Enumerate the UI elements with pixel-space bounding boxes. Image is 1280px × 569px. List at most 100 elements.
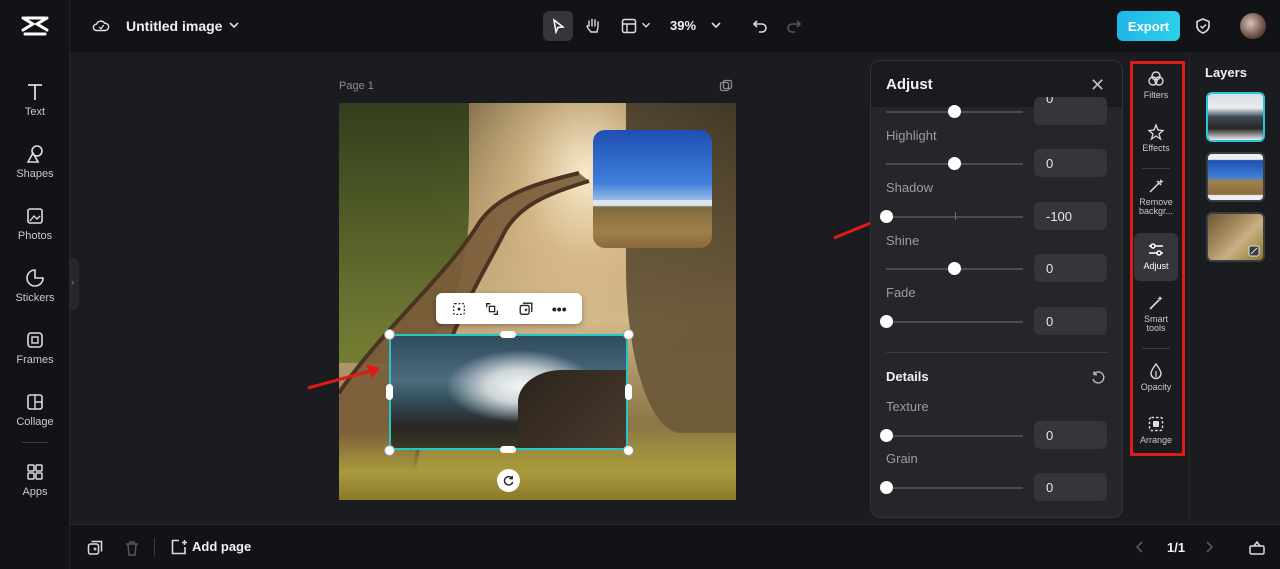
chevron-down-icon[interactable] (708, 17, 724, 33)
sidebar-item-label: Apps (22, 486, 48, 498)
slider-value-grain[interactable]: 0 (1034, 473, 1107, 501)
shield-icon[interactable] (1193, 16, 1213, 36)
capcut-logo-icon[interactable] (21, 14, 49, 38)
chevron-right-icon (1206, 541, 1214, 553)
slider-center-tick (955, 212, 956, 220)
slider-value-fade[interactable]: 0 (1034, 307, 1107, 335)
crop-icon (452, 302, 465, 315)
bottom-bar: Add page 1/1 (70, 524, 1280, 569)
layout-button[interactable] (618, 15, 640, 37)
select-tool-button[interactable] (543, 11, 573, 41)
undo-button[interactable] (750, 16, 770, 36)
rotate-icon (503, 475, 514, 486)
sidebar-item-frames[interactable]: Frames (0, 330, 70, 382)
apps-icon (27, 464, 43, 480)
redo-button[interactable] (784, 16, 804, 36)
layer-item-background[interactable] (1206, 212, 1265, 262)
shapes-icon (26, 145, 43, 163)
chevron-right-icon: › (71, 277, 74, 287)
sidebar-item-collage[interactable]: Collage (0, 392, 70, 444)
floating-toolbar: ••• (436, 293, 582, 324)
text-icon (28, 84, 42, 100)
crop-button[interactable] (448, 298, 470, 320)
resize-handle-top[interactable] (500, 331, 516, 338)
cursor-icon (552, 18, 565, 35)
top-bar: Untitled image 39% Export (70, 0, 1280, 52)
slider-track-grain[interactable] (886, 487, 1023, 489)
photos-icon (27, 208, 43, 224)
add-page-icon[interactable] (170, 538, 188, 556)
layers-title: Layers (1205, 65, 1247, 80)
slider-value-highlight[interactable]: 0 (1034, 149, 1107, 177)
replace-icon (486, 302, 499, 315)
pages-panel-icon (1249, 540, 1265, 555)
cloud-save-icon[interactable] (91, 16, 111, 36)
stickers-icon (26, 269, 44, 287)
chevron-left-icon (1135, 541, 1143, 553)
editor-app: Text Shapes Photos Stickers Frames Colla… (0, 0, 1280, 569)
duplicate-button[interactable] (515, 298, 537, 320)
layer-item-wave[interactable] (1206, 92, 1265, 142)
add-page-button[interactable]: Add page (192, 539, 251, 554)
sidebar-item-label: Text (24, 106, 46, 118)
sidebar-item-label: Frames (16, 354, 54, 366)
slider-thumb-shadow[interactable] (880, 210, 893, 223)
next-page-button[interactable] (1201, 539, 1217, 555)
background-layer-icon (1248, 245, 1260, 257)
slider-label-shadow: Shadow (886, 180, 933, 195)
frames-icon (27, 332, 43, 348)
sidebar-item-stickers[interactable]: Stickers (0, 268, 70, 320)
resize-handle-bottom[interactable] (500, 446, 516, 453)
replace-button[interactable] (481, 298, 503, 320)
duplicate-page-icon[interactable] (719, 79, 733, 93)
hand-tool-button[interactable] (582, 15, 604, 37)
previous-page-button[interactable] (1132, 539, 1148, 555)
delete-page-button[interactable] (123, 539, 141, 557)
slider-thumb-grain[interactable] (880, 481, 893, 494)
chevron-down-icon[interactable] (226, 17, 242, 33)
slider-track-fade[interactable] (886, 321, 1023, 323)
sidebar-item-shapes[interactable]: Shapes (0, 144, 70, 196)
slider-value-texture[interactable]: 0 (1034, 421, 1107, 449)
resize-handle-right[interactable] (625, 384, 632, 400)
slider-thumb-texture[interactable] (880, 429, 893, 442)
redo-icon (787, 20, 802, 33)
layer-item-sky[interactable] (1206, 152, 1265, 202)
resize-handle-bottom-left[interactable] (384, 445, 395, 456)
slider-thumb-fade[interactable] (880, 315, 893, 328)
adjust-divider (886, 352, 1108, 353)
slider-value[interactable]: 0 (1034, 97, 1107, 125)
slider-label-highlight: Highlight (886, 128, 937, 143)
zoom-level[interactable]: 39% (670, 18, 696, 33)
slider-thumb-highlight[interactable] (948, 157, 961, 170)
slider-value-shadow[interactable]: -100 (1034, 202, 1107, 230)
sidebar-item-label: Shapes (16, 168, 54, 180)
sidebar-collapse-handle[interactable]: › (70, 258, 79, 310)
duplicate-icon (519, 302, 533, 315)
resize-handle-top-left[interactable] (384, 329, 395, 340)
reset-icon[interactable] (1090, 370, 1106, 386)
chevron-down-icon[interactable] (639, 17, 653, 33)
close-icon[interactable]: ✕ (1090, 75, 1105, 96)
document-title[interactable]: Untitled image (126, 18, 222, 34)
collage-icon (27, 394, 43, 410)
resize-handle-bottom-right[interactable] (623, 445, 634, 456)
slider-thumb[interactable] (948, 105, 961, 118)
slider-label-fade: Fade (886, 285, 916, 300)
expand-pages-button[interactable] (1248, 538, 1266, 556)
more-options-icon[interactable]: ••• (548, 298, 570, 320)
sidebar-item-label: Collage (16, 416, 54, 428)
slider-thumb-shine[interactable] (948, 262, 961, 275)
sidebar-item-photos[interactable]: Photos (0, 206, 70, 258)
duplicate-page-button[interactable] (86, 539, 104, 557)
rotate-handle[interactable] (497, 469, 520, 492)
slider-track-texture[interactable] (886, 435, 1023, 437)
export-button[interactable]: Export (1117, 11, 1180, 41)
sidebar-item-text[interactable]: Text (0, 82, 70, 134)
canvas-sky-photo[interactable] (593, 130, 712, 248)
resize-handle-top-right[interactable] (623, 329, 634, 340)
slider-value-shine[interactable]: 0 (1034, 254, 1107, 282)
sidebar-item-apps[interactable]: Apps (0, 462, 70, 514)
selection-box[interactable] (389, 334, 628, 450)
user-avatar[interactable] (1240, 13, 1266, 39)
